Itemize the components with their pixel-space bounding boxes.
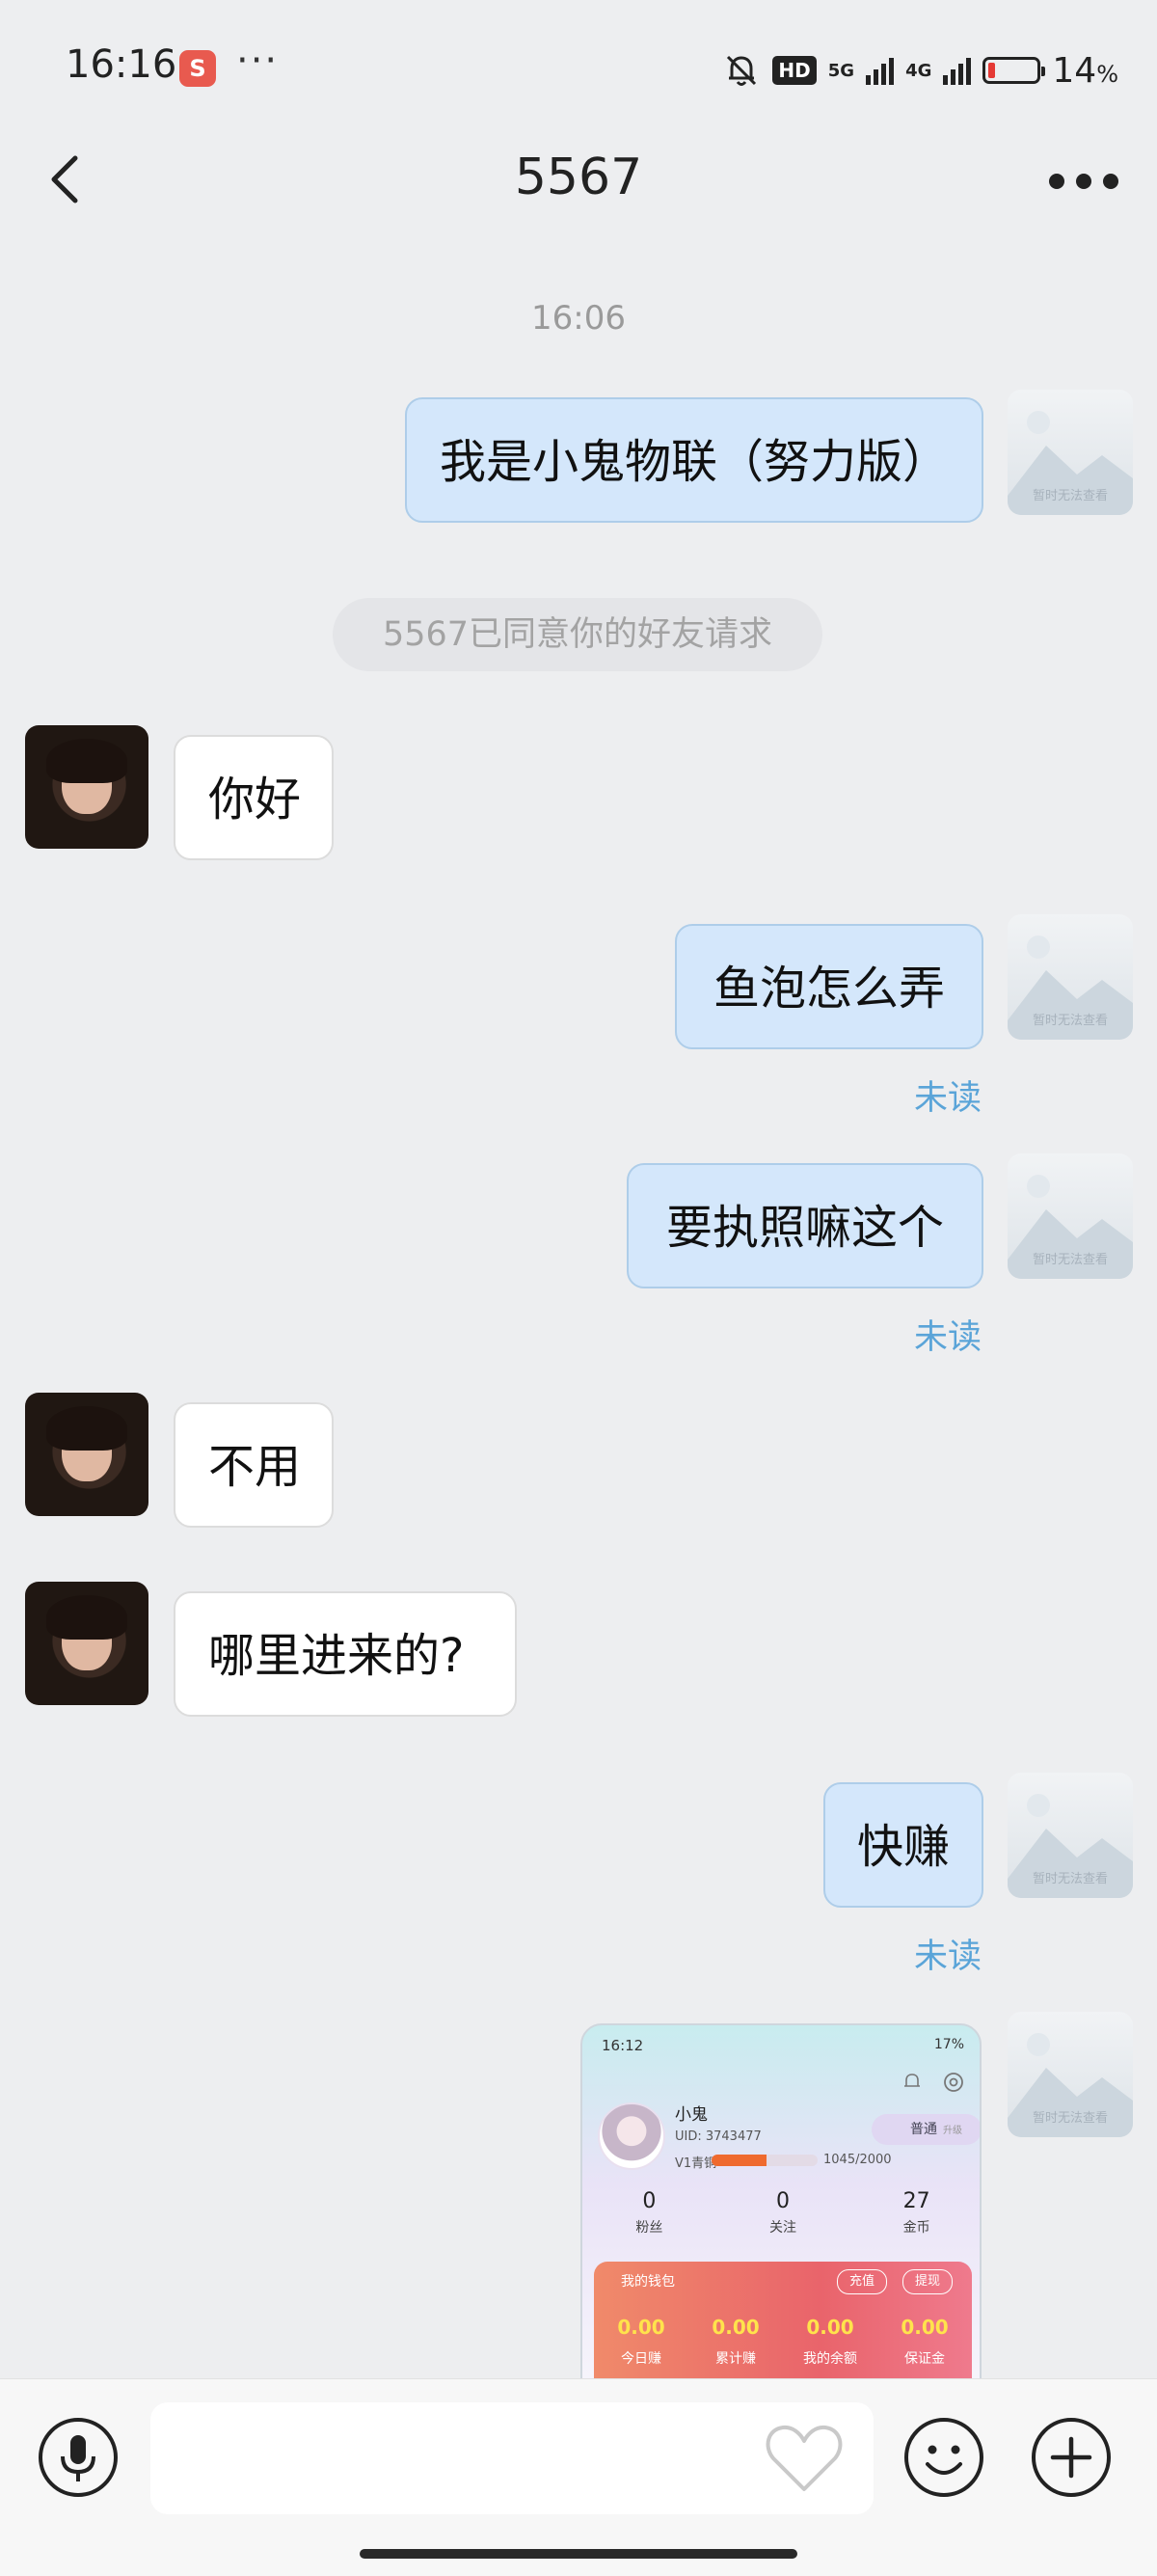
signal-icon xyxy=(943,56,972,85)
screenshot-level-progress: 1045/2000 xyxy=(823,2153,892,2167)
unread-status: 未读 xyxy=(913,1318,982,1357)
screenshot-username: 小鬼 xyxy=(675,2105,708,2125)
message-bubble-incoming[interactable]: 不用 xyxy=(174,1402,334,1528)
screenshot-status-battery: 17% xyxy=(933,2037,964,2052)
mute-bell-icon xyxy=(727,55,757,86)
screenshot-wallet-card: 我的钱包 充值 提现 0.00 今日赚 0.00 累计赚 0.00 我的余额 0.00… xyxy=(594,2262,972,2378)
network-4g-label: 4G xyxy=(905,60,932,81)
message-bubble-outgoing[interactable]: 我是小鬼物联（努力版） xyxy=(405,397,983,523)
self-avatar[interactable]: 暂时无法查看 xyxy=(1008,1773,1133,1898)
time-separator: 16:06 xyxy=(531,299,626,338)
battery-percent: 14% xyxy=(1052,50,1118,91)
recharge-pill: 充值 xyxy=(837,2269,888,2294)
image-message[interactable]: 16:12 17% 小鬼 UID: 3743477 V1青铜 1045/2000… xyxy=(580,2023,982,2380)
hd-icon: HD xyxy=(772,56,817,85)
wallet-title: 我的钱包 xyxy=(621,2274,675,2290)
screenshot-member-badge: 普通 升级 xyxy=(872,2114,980,2145)
screenshot-uid: UID: 3743477 xyxy=(675,2129,762,2144)
more-notifications-icon: ··· xyxy=(236,39,280,83)
microphone-icon[interactable] xyxy=(37,2416,120,2499)
unread-status: 未读 xyxy=(913,1938,982,1976)
bell-icon xyxy=(904,2074,920,2087)
message-bubble-incoming[interactable]: 你好 xyxy=(174,735,334,860)
screenshot-status-time: 16:12 xyxy=(602,2037,644,2054)
message-bubble-outgoing[interactable]: 鱼泡怎么弄 xyxy=(675,924,983,1049)
self-avatar[interactable]: 暂时无法查看 xyxy=(1008,390,1133,515)
status-indicators: HD 5G 4G 14% xyxy=(722,46,1118,95)
battery-icon xyxy=(982,57,1046,84)
status-time: 16:16 xyxy=(66,42,177,87)
peer-avatar[interactable] xyxy=(25,1393,148,1516)
app-notification-icon: S xyxy=(179,50,216,87)
peer-avatar[interactable] xyxy=(25,1582,148,1705)
message-bubble-outgoing[interactable]: 快赚 xyxy=(823,1782,983,1908)
message-bubble-incoming[interactable]: 哪里进来的? xyxy=(174,1591,517,1717)
screenshot-level-bar xyxy=(712,2155,818,2166)
self-avatar[interactable]: 暂时无法查看 xyxy=(1008,1153,1133,1279)
screenshot-stats: 0 粉丝 0 关注 27 金币 xyxy=(635,2189,930,2236)
chat-title: 5567 xyxy=(514,149,643,206)
home-indicator[interactable] xyxy=(360,2549,797,2559)
more-horizontal-icon[interactable] xyxy=(1045,162,1122,201)
chat-header: 5567 xyxy=(0,135,1157,231)
plus-circle-icon[interactable] xyxy=(1030,2416,1113,2499)
settings-gear-icon xyxy=(944,2073,963,2092)
unread-status: 未读 xyxy=(913,1079,982,1118)
status-bar: 16:16 S ··· HD 5G 4G 14% xyxy=(0,0,1157,135)
message-bubble-outgoing[interactable]: 要执照嘛这个 xyxy=(627,1163,983,1288)
screenshot-level: V1青铜 xyxy=(675,2156,717,2171)
battery-level xyxy=(988,63,996,78)
peer-avatar[interactable] xyxy=(25,725,148,849)
signal-icon xyxy=(866,56,895,85)
network-5g-label: 5G xyxy=(827,60,855,81)
screenshot-avatar xyxy=(598,2102,665,2170)
self-avatar[interactable]: 暂时无法查看 xyxy=(1008,2012,1133,2137)
system-notice: 5567已同意你的好友请求 xyxy=(333,598,822,671)
heart-icon[interactable] xyxy=(764,2420,845,2497)
self-avatar[interactable]: 暂时无法查看 xyxy=(1008,914,1133,1040)
withdraw-pill: 提现 xyxy=(902,2269,954,2294)
smiley-icon[interactable] xyxy=(902,2416,985,2499)
input-bar xyxy=(0,2378,1157,2576)
